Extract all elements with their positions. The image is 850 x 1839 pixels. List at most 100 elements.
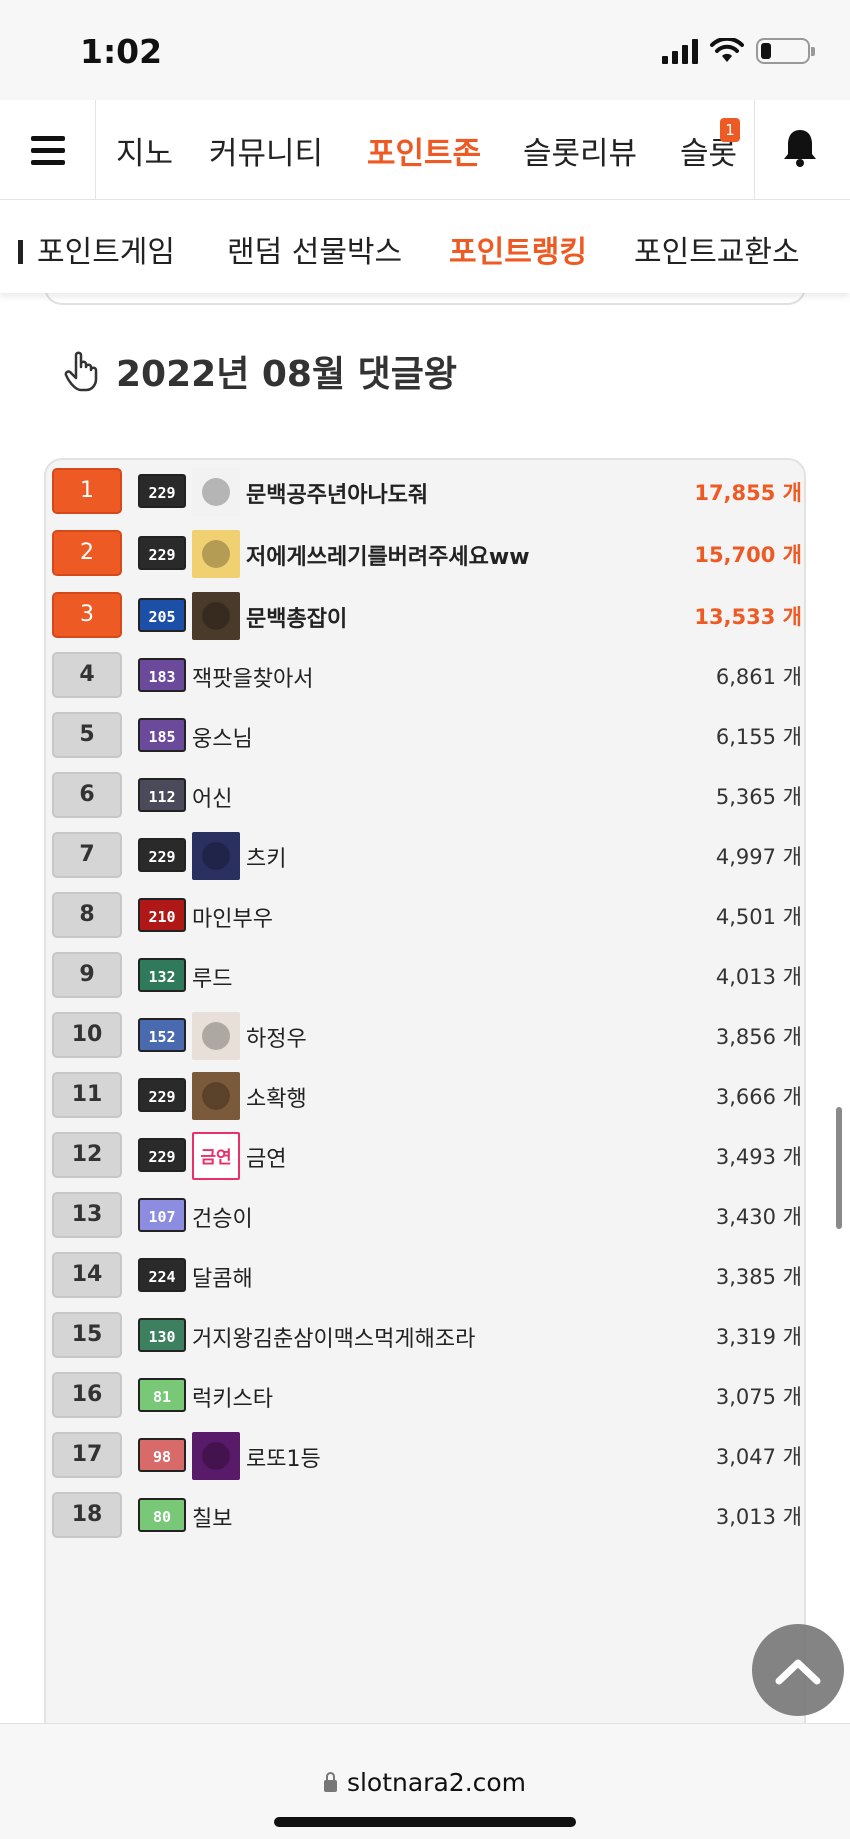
nickname[interactable]: 하정우: [246, 1021, 307, 1053]
ranking-row[interactable]: 12 229 금연 금연 3,493 개: [46, 1126, 804, 1184]
cellular-signal-icon: [662, 38, 698, 64]
ranking-row[interactable]: 8 210 마인부우 4,501 개: [46, 886, 804, 944]
nickname[interactable]: 금연: [246, 1141, 286, 1173]
sub-tab-point-ranking[interactable]: 포인트랭킹: [449, 227, 587, 271]
avatar-silhouette-icon: [202, 842, 230, 870]
nickname[interactable]: 문백공주년아나도줘: [246, 477, 428, 509]
avatar[interactable]: [192, 592, 240, 640]
avatar[interactable]: [192, 468, 240, 516]
nickname[interactable]: 잭팟을찾아서: [192, 661, 313, 693]
ranking-row[interactable]: 3 205 문백총잡이 13,533 개: [46, 586, 804, 644]
ranking-row[interactable]: 15 130 거지왕김춘삼이맥스먹게해조라 3,319 개: [46, 1306, 804, 1364]
nickname[interactable]: 거지왕김춘삼이맥스먹게해조라: [192, 1321, 475, 1353]
level-badge-icon: 130: [138, 1318, 186, 1352]
level-badge-icon: 229: [138, 838, 186, 872]
level-badge-icon: 152: [138, 1018, 186, 1052]
comment-count: 3,666 개: [715, 1085, 802, 1109]
url-text: slotnara2.com: [346, 1768, 527, 1797]
ranking-row[interactable]: 17 98 로또1등 3,047 개: [46, 1426, 804, 1484]
rank-number: 3: [52, 592, 122, 638]
notification-button[interactable]: [754, 100, 850, 200]
ranking-row[interactable]: 5 185 웅스님 6,155 개: [46, 706, 804, 764]
ranking-row[interactable]: 18 80 칠보 3,013 개: [46, 1486, 804, 1544]
ranking-row[interactable]: 1 229 문백공주년아나도줘 17,855 개: [46, 462, 804, 520]
ranking-row[interactable]: 4 183 잭팟을찾아서 6,861 개: [46, 646, 804, 704]
scroll-to-top-button[interactable]: [752, 1624, 844, 1716]
rank-number: 10: [52, 1012, 122, 1058]
nickname[interactable]: 건승이: [192, 1201, 253, 1233]
comment-count: 17,855 개: [694, 481, 802, 505]
ranking-row[interactable]: 6 112 어신 5,365 개: [46, 766, 804, 824]
rank-number: 9: [52, 952, 122, 998]
nickname[interactable]: 문백총잡이: [246, 601, 347, 633]
sub-tab-point-game[interactable]: 포인트게임: [18, 227, 175, 271]
avatar[interactable]: [192, 1072, 240, 1120]
bell-icon: [784, 130, 816, 167]
avatar-silhouette-icon: [202, 478, 230, 506]
url-field[interactable]: slotnara2.com: [0, 1768, 850, 1797]
nickname[interactable]: 럭키스타: [192, 1381, 273, 1413]
chevron-up-icon: [775, 1659, 821, 1685]
rank-number: 5: [52, 712, 122, 758]
rank-number: 7: [52, 832, 122, 878]
ranking-row[interactable]: 9 132 루드 4,013 개: [46, 946, 804, 1004]
level-badge-icon: 229: [138, 536, 186, 570]
nickname[interactable]: 루드: [192, 961, 232, 993]
scrollbar[interactable]: [836, 1107, 842, 1229]
home-indicator[interactable]: [274, 1817, 576, 1827]
level-badge-icon: 81: [138, 1378, 186, 1412]
avatar-silhouette-icon: [202, 540, 230, 568]
rank-number: 18: [52, 1492, 122, 1538]
level-badge-icon: 107: [138, 1198, 186, 1232]
truncated-text-icon: [18, 240, 23, 264]
level-badge-icon: 112: [138, 778, 186, 812]
avatar[interactable]: [192, 832, 240, 880]
nav-tab-community[interactable]: 커뮤니티: [209, 128, 323, 173]
ranking-row[interactable]: 2 229 저에게쓰레기를버려주세요ww 15,700 개: [46, 524, 804, 582]
ranking-row[interactable]: 11 229 소확행 3,666 개: [46, 1066, 804, 1124]
sub-tab-point-exchange[interactable]: 포인트교환소: [634, 227, 800, 271]
status-bar: 1:02: [0, 0, 850, 100]
nickname[interactable]: 어신: [192, 781, 232, 813]
level-badge-icon: 205: [138, 598, 186, 632]
nav-tab-casino[interactable]: 지노: [116, 128, 173, 173]
level-badge-icon: 229: [138, 474, 186, 508]
rank-number: 16: [52, 1372, 122, 1418]
comment-count: 3,430 개: [715, 1205, 802, 1229]
nickname[interactable]: 소확행: [246, 1081, 307, 1113]
hamburger-menu-icon[interactable]: [0, 100, 96, 200]
comment-count: 3,385 개: [715, 1265, 802, 1289]
nickname[interactable]: 칠보: [192, 1501, 232, 1533]
rank-number: 11: [52, 1072, 122, 1118]
ranking-row[interactable]: 7 229 츠키 4,997 개: [46, 826, 804, 884]
nav-tab-slot-review[interactable]: 슬롯리뷰: [523, 128, 637, 173]
nav-tab-point-zone[interactable]: 포인트존: [367, 128, 481, 173]
level-badge-icon: 132: [138, 958, 186, 992]
avatar[interactable]: [192, 1432, 240, 1480]
rank-number: 13: [52, 1192, 122, 1238]
avatar[interactable]: [192, 530, 240, 578]
lock-icon: [323, 1772, 337, 1792]
nickname[interactable]: 로또1등: [246, 1441, 321, 1473]
status-time: 1:02: [80, 32, 163, 71]
ranking-row[interactable]: 16 81 럭키스타 3,075 개: [46, 1366, 804, 1424]
comment-count: 3,075 개: [715, 1385, 802, 1409]
avatar[interactable]: 금연: [192, 1132, 240, 1180]
sub-tab-random-gift-box[interactable]: 랜덤 선물박스: [227, 227, 402, 271]
avatar[interactable]: [192, 1012, 240, 1060]
ranking-row[interactable]: 13 107 건승이 3,430 개: [46, 1186, 804, 1244]
nickname[interactable]: 츠키: [246, 841, 286, 873]
comment-count: 6,155 개: [715, 725, 802, 749]
nickname[interactable]: 달콤해: [192, 1261, 253, 1293]
rank-number: 4: [52, 652, 122, 698]
browser-url-bar: slotnara2.com: [0, 1723, 850, 1839]
ranking-row[interactable]: 14 224 달콤해 3,385 개: [46, 1246, 804, 1304]
avatar-silhouette-icon: [202, 1082, 230, 1110]
nickname[interactable]: 웅스님: [192, 721, 253, 753]
avatar-text: 금연: [192, 1132, 240, 1180]
level-badge-icon: 185: [138, 718, 186, 752]
ranking-row[interactable]: 10 152 하정우 3,856 개: [46, 1006, 804, 1064]
nickname[interactable]: 저에게쓰레기를버려주세요ww: [246, 539, 530, 571]
rank-number: 1: [52, 468, 122, 514]
nickname[interactable]: 마인부우: [192, 901, 273, 933]
